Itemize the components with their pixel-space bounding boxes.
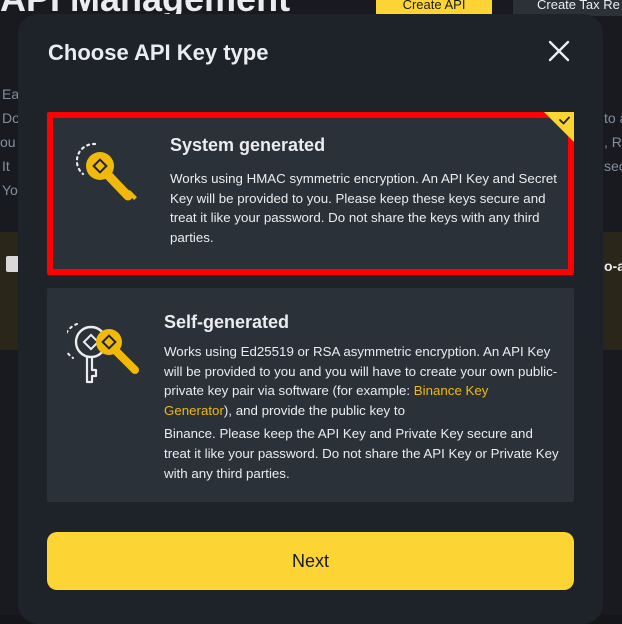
close-button[interactable] (546, 38, 572, 64)
background-text-line: to a (604, 110, 622, 126)
option-title: System generated (170, 135, 326, 155)
option-description: Works using HMAC symmetric encryption. A… (170, 171, 557, 245)
background-text-line: sec (604, 158, 622, 174)
background-text-line: Yo (2, 182, 18, 198)
option-description: Works using Ed25519 or RSA asymmetric en… (164, 342, 559, 483)
system-key-icon (75, 142, 137, 201)
self-key-icon (67, 323, 139, 384)
background-text-line: , R (604, 134, 622, 150)
option-description-text: ), and provide the public key to (223, 402, 405, 418)
next-button[interactable]: Next (47, 532, 574, 590)
close-icon (548, 40, 570, 62)
option-description-text: Binance. Please keep the API Key and Pri… (164, 426, 559, 481)
selected-check-icon (544, 112, 574, 142)
background-text-line: It (2, 158, 10, 174)
option-description-text: Works using Ed25519 or RSA asymmetric en… (164, 344, 558, 399)
modal-title: Choose API Key type (48, 40, 269, 65)
background-text-line: Ea (2, 86, 20, 102)
background-banner-text: o-a (604, 258, 622, 274)
api-key-type-modal: Choose API Key type System generated Wor… (18, 14, 603, 624)
option-system-generated[interactable]: System generated Works using HMAC symmet… (47, 112, 574, 275)
option-title: Self-generated (164, 312, 290, 332)
option-self-generated[interactable]: Self-generated Works using Ed25519 or RS… (47, 288, 574, 502)
